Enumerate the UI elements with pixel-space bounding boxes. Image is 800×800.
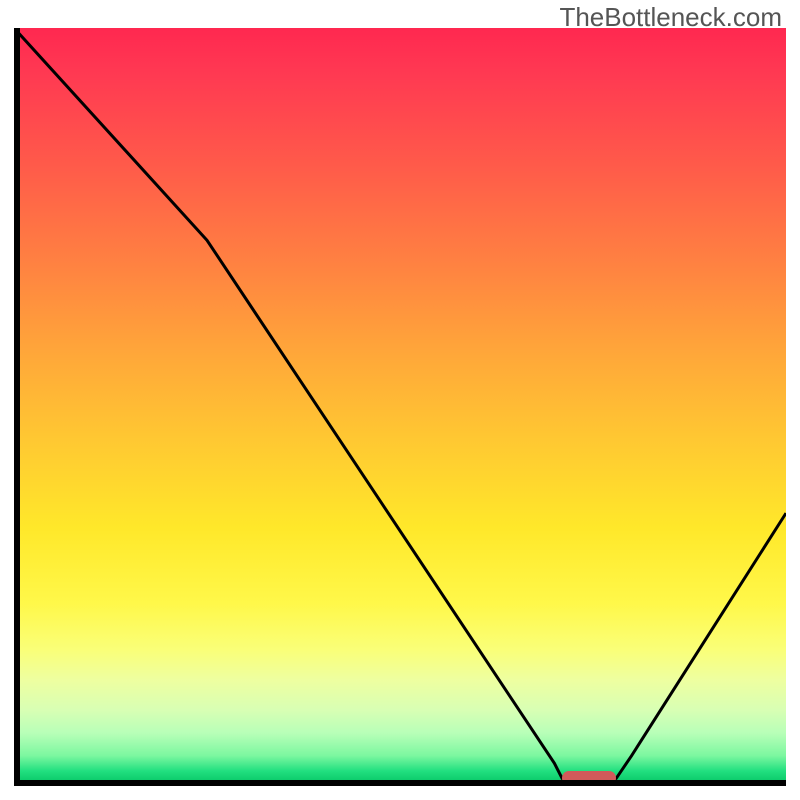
chart-container: TheBottleneck.com xyxy=(0,0,800,800)
watermark-text: TheBottleneck.com xyxy=(559,2,782,33)
y-axis xyxy=(14,28,20,786)
plot-area xyxy=(14,28,786,786)
curve-path xyxy=(14,28,786,778)
curve-line xyxy=(14,28,786,786)
x-axis xyxy=(14,780,786,786)
